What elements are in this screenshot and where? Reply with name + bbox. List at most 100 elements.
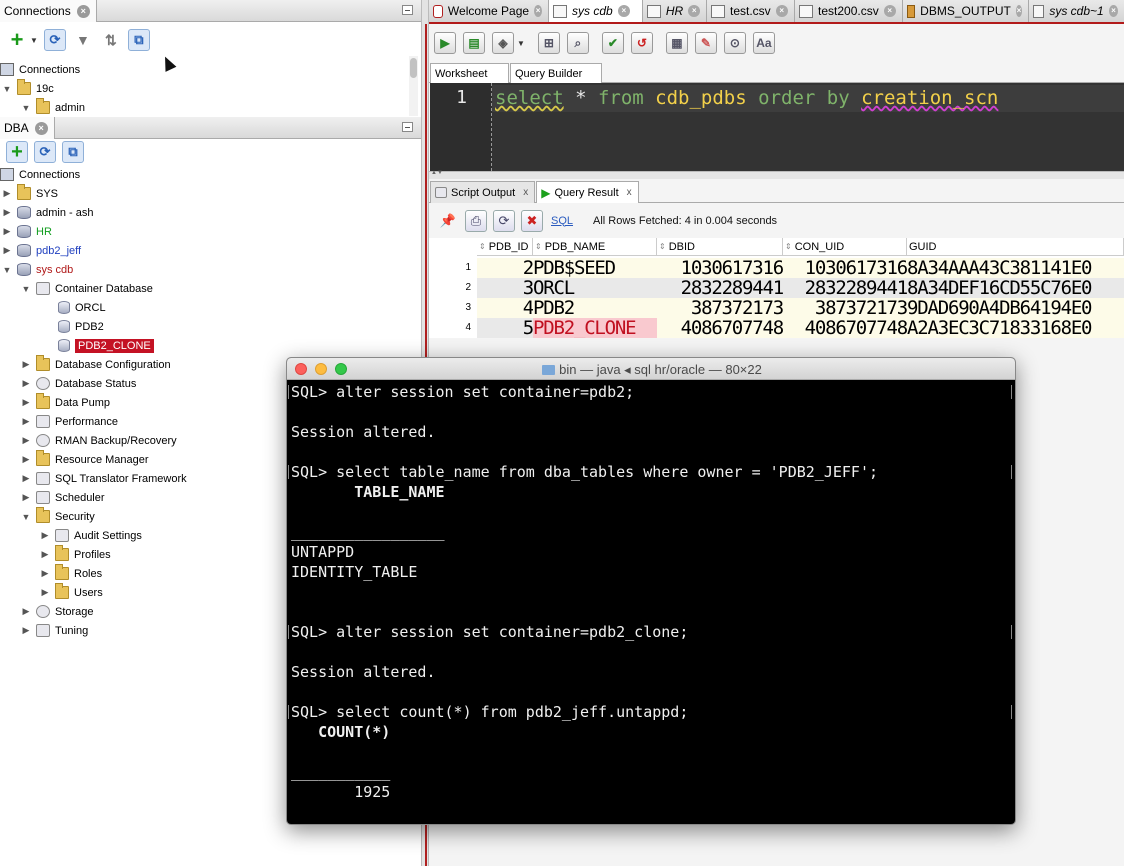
column-header-guid[interactable]: GUID [907, 238, 1124, 256]
close-icon[interactable]: × [688, 5, 700, 17]
tree-item-audit-settings[interactable]: ▶ Audit Settings [40, 526, 142, 545]
collapsed-arrow-icon[interactable]: ▶ [40, 587, 50, 598]
refresh-icon[interactable]: ⟳ [34, 141, 56, 163]
close-icon[interactable]: × [76, 4, 90, 18]
close-icon[interactable]: x [523, 187, 528, 198]
unshared-worksheet-icon[interactable]: ⊙ [723, 32, 746, 54]
cell-pdb-name[interactable]: PDB$SEED [533, 258, 657, 278]
tree-item-security[interactable]: ▼ Security [21, 507, 95, 526]
cell-con-uid[interactable]: 387372173 [783, 298, 907, 318]
refresh-icon[interactable]: ⟳ [493, 209, 515, 232]
column-header-con-uid[interactable]: ⇕ CON_UID [783, 238, 907, 256]
tree-item-admin[interactable]: ▼ admin [21, 98, 85, 117]
terminal-window[interactable]: bin — java ◂ sql hr/oracle — 80×22 SQL> … [286, 357, 1016, 825]
expanded-arrow-icon[interactable]: ▼ [21, 512, 31, 522]
minimize-icon[interactable] [402, 5, 413, 15]
close-icon[interactable]: × [34, 121, 48, 135]
tree-item-resource-manager[interactable]: ▶ Resource Manager [21, 450, 149, 469]
close-icon[interactable]: × [1108, 5, 1118, 17]
collapsed-arrow-icon[interactable]: ▶ [21, 435, 31, 446]
collapsed-arrow-icon[interactable]: ▶ [2, 226, 12, 237]
sql-history-icon[interactable]: ▦ [665, 32, 688, 54]
cell-guid[interactable]: 8A34AAA43C381141E0 [907, 258, 1124, 278]
table-row[interactable]: 1 2 PDB$SEED 1030617316 1030617316 8A34A… [429, 258, 1124, 278]
column-header-dbid[interactable]: ⇕ DBID [657, 238, 783, 256]
tab-sys-cdb-1[interactable]: sys cdb~1 × [1029, 0, 1124, 22]
commit-icon[interactable]: ✔ [601, 32, 624, 54]
collapsed-arrow-icon[interactable]: ▶ [21, 397, 31, 408]
run-script-icon[interactable]: ▤ [463, 32, 485, 54]
sql-editor[interactable]: 1 select * from cdb_pdbs order by creati… [430, 83, 1124, 171]
delete-icon[interactable]: ✖ [521, 209, 543, 232]
tree-item-pdb2-jeff[interactable]: ▶ pdb2_jeff [2, 241, 81, 260]
close-icon[interactable]: x [627, 187, 632, 198]
tree-item-sql-translator-framework[interactable]: ▶ SQL Translator Framework [21, 469, 187, 488]
autotrace-icon[interactable]: ◈ [492, 32, 514, 54]
terminal-titlebar[interactable]: bin — java ◂ sql hr/oracle — 80×22 [287, 358, 1015, 380]
tree-item-19c[interactable]: ▼ 19c [2, 79, 54, 98]
tree-item-tuning[interactable]: ▶ Tuning [21, 621, 88, 640]
tree-item-roles[interactable]: ▶ Roles [40, 564, 102, 583]
collapsed-arrow-icon[interactable]: ▶ [2, 245, 12, 256]
connections-pane-tab[interactable]: Connections × [0, 0, 97, 22]
tree-item-performance[interactable]: ▶ Performance [21, 412, 118, 431]
tree-item-data-pump[interactable]: ▶ Data Pump [21, 393, 110, 412]
collapsed-arrow-icon[interactable]: ▶ [40, 568, 50, 579]
add-connection-icon[interactable]: + [6, 141, 28, 163]
tree-item-pdb2-clone[interactable]: PDB2_CLONE [58, 336, 154, 355]
cell-dbid[interactable]: 4086707748 [657, 318, 783, 338]
collapse-all-icon[interactable]: ⧉ [62, 141, 84, 163]
pin-icon[interactable]: 📌 [437, 210, 459, 232]
column-header-pdb-id[interactable]: ⇕ PDB_ID [477, 238, 533, 256]
close-icon[interactable]: × [617, 5, 630, 17]
tab-test-csv[interactable]: test.csv × [707, 0, 795, 22]
cell-con-uid[interactable]: 2832289441 [783, 278, 907, 298]
tab-query-result[interactable]: ▶ Query Result x [536, 181, 639, 203]
tree-item-container-database[interactable]: ▼ Container Database [21, 279, 153, 298]
tree-item-admin-ash[interactable]: ▶ admin - ash [2, 203, 93, 222]
scrollbar-thumb[interactable] [410, 58, 417, 78]
cell-pdb-id[interactable]: 4 [477, 298, 533, 318]
tree-item-database-configuration[interactable]: ▶ Database Configuration [21, 355, 171, 374]
schema-browser-icon[interactable]: ⇅ [100, 29, 122, 51]
tab-script-output[interactable]: Script Output x [430, 181, 536, 203]
connections-scrollbar[interactable] [409, 56, 418, 116]
collapse-all-icon[interactable]: ⧉ [127, 29, 150, 51]
tab-sys-cdb[interactable]: sys cdb × [549, 0, 643, 22]
expanded-arrow-icon[interactable]: ▼ [21, 284, 31, 294]
collapsed-arrow-icon[interactable]: ▶ [40, 530, 50, 541]
table-row[interactable]: 3 4 PDB2 387372173 387372173 9DAD690A4DB… [429, 298, 1124, 318]
filter-icon[interactable]: ▼ [72, 29, 94, 51]
table-row[interactable]: 4 5 PDB2_CLONE 4086707748 4086707748 A2A… [429, 318, 1124, 338]
tab-query-builder[interactable]: Query Builder [510, 63, 602, 83]
expanded-arrow-icon[interactable]: ▼ [21, 103, 31, 113]
close-icon[interactable]: × [775, 5, 788, 17]
cell-dbid[interactable]: 2832289441 [657, 278, 783, 298]
tab-dbms-output[interactable]: DBMS_OUTPUT × [903, 0, 1029, 22]
refresh-icon[interactable]: ⟳ [43, 29, 66, 51]
collapsed-arrow-icon[interactable]: ▶ [21, 625, 31, 636]
rollback-icon[interactable]: ↺ [630, 32, 653, 54]
cell-pdb-id[interactable]: 3 [477, 278, 533, 298]
add-connection-icon[interactable]: + [6, 27, 28, 52]
cell-guid[interactable]: 9DAD690A4DB64194E0 [907, 298, 1124, 318]
close-icon[interactable]: × [1015, 5, 1022, 17]
tree-item-profiles[interactable]: ▶ Profiles [40, 545, 111, 564]
collapsed-arrow-icon[interactable]: ▶ [21, 492, 31, 503]
tree-item-hr[interactable]: ▶ HR [2, 222, 52, 241]
tab-welcome-page[interactable]: Welcome Page × [429, 0, 549, 22]
tab-test200-csv[interactable]: test200.csv × [795, 0, 903, 22]
sql-tuning-icon[interactable]: ⌕ [566, 32, 589, 54]
print-icon[interactable]: ⎙ [465, 209, 487, 232]
table-row[interactable]: 2 3 ORCL 2832289441 2832289441 8A34DEF16… [429, 278, 1124, 298]
collapsed-arrow-icon[interactable]: ▶ [21, 359, 31, 370]
collapsed-arrow-icon[interactable]: ▶ [21, 606, 31, 617]
tree-item-scheduler[interactable]: ▶ Scheduler [21, 488, 105, 507]
tab-worksheet[interactable]: Worksheet [430, 63, 509, 83]
clear-icon[interactable]: ✎ [694, 32, 717, 54]
cell-dbid[interactable]: 387372173 [657, 298, 783, 318]
tree-item-sys[interactable]: ▶ SYS [2, 184, 58, 203]
tree-item-sys-cdb[interactable]: ▼ sys cdb [2, 260, 73, 279]
tree-item-connections[interactable]: Connections [0, 60, 80, 79]
sql-link[interactable]: SQL [551, 215, 573, 227]
